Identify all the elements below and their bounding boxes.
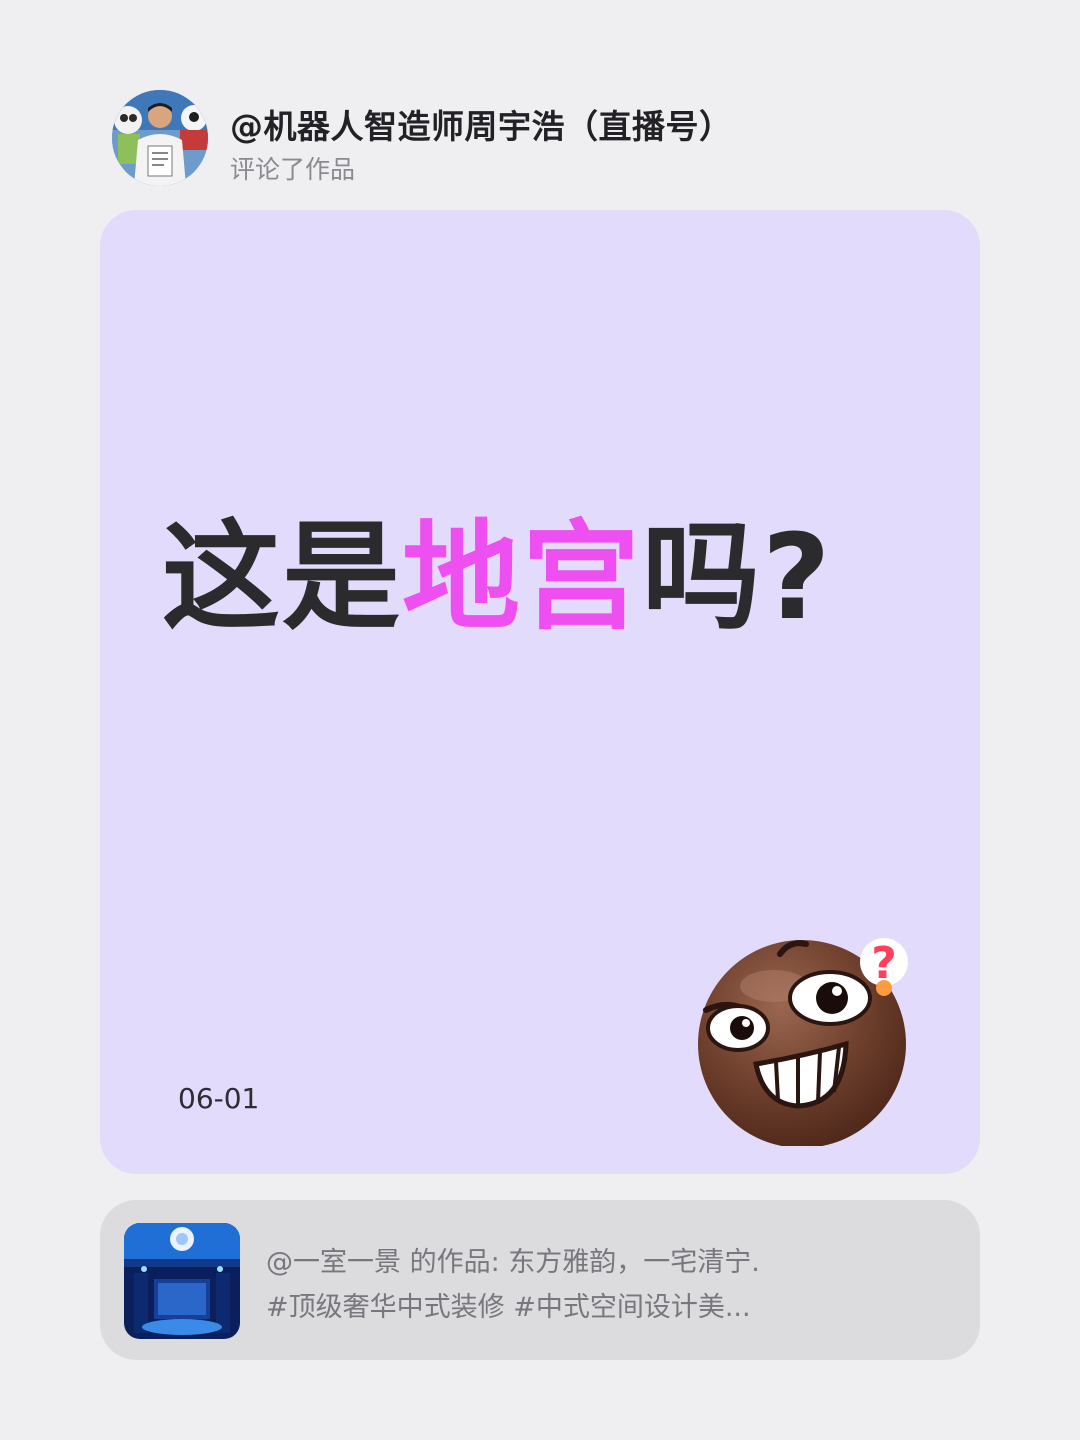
referenced-work[interactable]: @一室一景 的作品: 东方雅韵，一宅清宁. #顶级奢华中式装修 #中式空间设计美… — [100, 1200, 980, 1360]
referenced-work-description[interactable]: @一室一景 的作品: 东方雅韵，一宅清宁. #顶级奢华中式装修 #中式空间设计美… — [266, 1240, 866, 1330]
comment-date: 06-01 — [178, 1082, 260, 1115]
comment-header: @机器人智造师周宇浩（直播号） 评论了作品 — [112, 90, 992, 186]
headline-highlight: 地宫 — [402, 508, 643, 646]
headline-part-2: 吗? — [642, 508, 833, 646]
work-title-line: @一室一景 的作品: 东方雅韵，一宅清宁. — [266, 1247, 760, 1278]
user-avatar[interactable] — [112, 90, 208, 186]
comment-card: 这是地宫吗? 06-01 ? — [100, 210, 980, 1174]
action-label: 评论了作品 — [230, 155, 356, 184]
headline-part-1: 这是 — [162, 508, 403, 646]
comment-headline: 这是地宫吗? — [162, 518, 832, 636]
confused-face-icon: ? — [694, 926, 914, 1148]
work-thumbnail[interactable] — [124, 1223, 240, 1339]
username[interactable]: @机器人智造师周宇浩（直播号） — [230, 100, 733, 148]
work-tags-line: #顶级奢华中式装修 #中式空间设计美... — [266, 1292, 751, 1323]
